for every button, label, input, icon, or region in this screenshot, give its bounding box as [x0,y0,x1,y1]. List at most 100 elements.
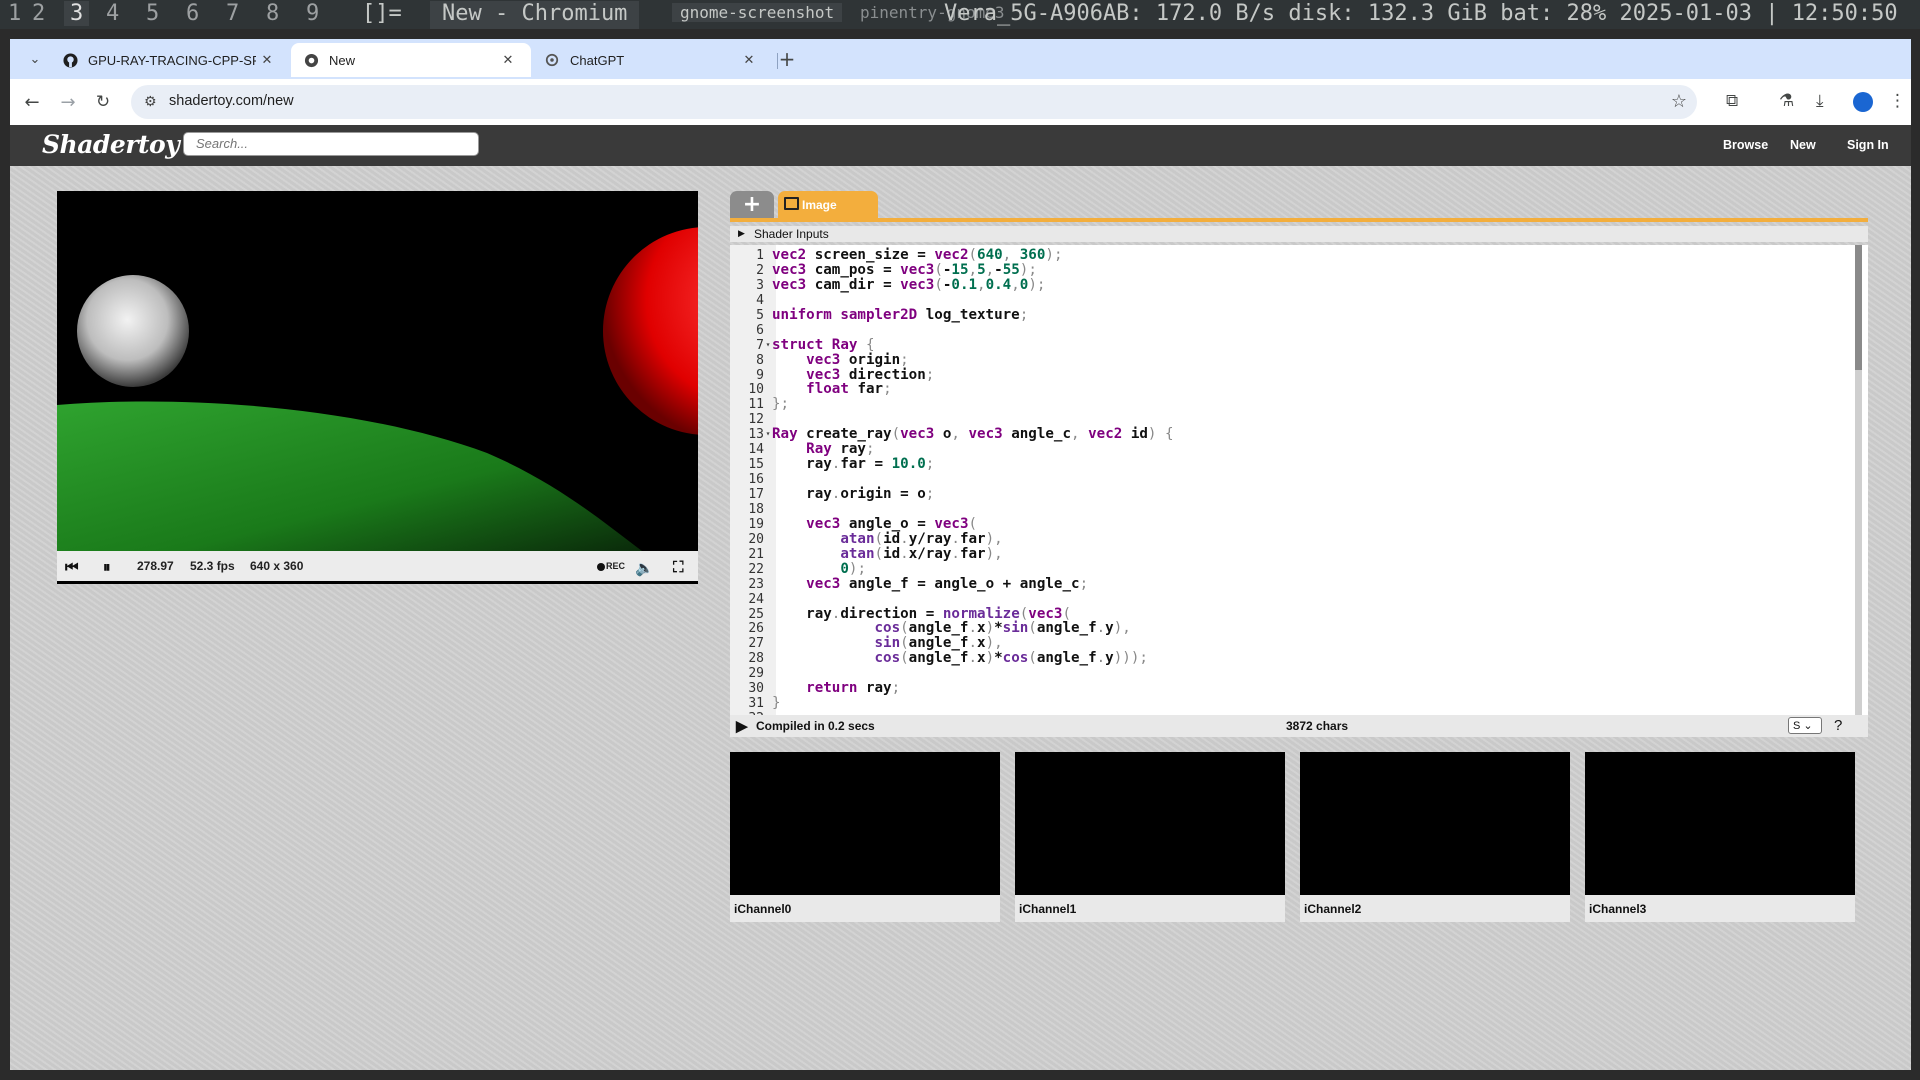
code-text[interactable]: vec3 cam_pos = vec3(-15,5,-55); [772,262,1037,278]
code-text[interactable]: return ray; [772,680,900,696]
code-line[interactable]: 8 vec3 origin; [730,352,1174,367]
code-editor[interactable]: 1 vec2 screen_size = vec2(640, 360); 2 vec3… [730,245,1868,715]
code-text[interactable]: vec2 screen_size = vec2(640, 360); [772,247,1062,263]
close-icon[interactable]: ✕ [256,52,278,68]
workspace-3[interactable]: 3 [64,1,90,26]
layout-indicator[interactable]: []= [362,1,402,26]
channel-0[interactable]: iChannel0 [730,752,1000,922]
code-line[interactable]: 11}; [730,397,1174,412]
code-text[interactable]: Ray create_ray(vec3 o, vec3 angle_c, vec… [772,426,1174,442]
code-text[interactable]: } [772,695,781,711]
code-line[interactable]: 16 [730,472,1174,487]
address-bar[interactable]: ⚙ shadertoy.com/new ☆ [131,85,1697,119]
code-line[interactable]: 26 cos(angle_f.x)*sin(angle_f.y), [730,621,1174,636]
code-line[interactable]: 20 atan(id.y/ray.far), [730,531,1174,547]
new-tab-button[interactable]: + [772,44,802,74]
code-text[interactable]: vec3 angle_o = vec3( [772,516,977,532]
search-input[interactable] [183,132,479,156]
channel-preview[interactable] [730,752,1000,895]
workspace-7[interactable]: 7 [226,1,239,26]
code-text[interactable]: sin(angle_f.x), [772,635,1003,651]
channel-2[interactable]: iChannel2 [1300,752,1570,922]
channel-preview[interactable] [1015,752,1285,895]
fold-arrow-icon[interactable]: ▾ [764,338,772,353]
code-line[interactable]: 27 sin(angle_f.x), [730,636,1174,651]
channel-preview[interactable] [1585,752,1855,895]
code-text[interactable]: ray.far = 10.0; [772,456,934,472]
labs-flask-icon[interactable]: ⚗ [1779,91,1794,111]
code-line[interactable]: 21 atan(id.x/ray.far), [730,546,1174,562]
extensions-icon[interactable]: ⧉ [1726,91,1738,111]
code-line[interactable]: 1 vec2 screen_size = vec2(640, 360); [730,248,1174,263]
code-line[interactable]: 9 vec3 direction; [730,367,1174,383]
help-button[interactable]: ? [1834,717,1842,734]
code-text[interactable]: ray.direction = normalize(vec3( [772,606,1071,622]
shadertoy-logo[interactable]: Shadertoy [42,130,180,159]
code-text[interactable]: atan(id.x/ray.far), [772,546,1002,562]
code-line[interactable]: 14 Ray ray; [730,442,1174,457]
code-text[interactable]: uniform sampler2D log_texture; [772,307,1028,323]
back-button[interactable]: ← [17,87,47,117]
code-line[interactable]: 17 ray.origin = o; [730,487,1174,502]
code-text[interactable]: struct Ray { [772,337,875,353]
code-line[interactable]: 13 ▾ Ray create_ray(vec3 o, vec3 angle_c, … [730,426,1174,442]
rewind-icon[interactable]: ⏮ [65,559,79,576]
code-line[interactable]: 6 [730,323,1174,338]
code-line[interactable]: 2 vec3 cam_pos = vec3(-15,5,-55); [730,262,1174,278]
profile-avatar[interactable] [1853,92,1873,112]
code-text[interactable]: cos(angle_f.x)*sin(angle_f.y), [772,620,1131,636]
channel-preview[interactable] [1300,752,1570,895]
code-line[interactable]: 12 [730,412,1174,427]
tab-image[interactable]: Image [778,191,878,218]
code-text[interactable]: vec3 direction; [772,367,934,383]
code-line[interactable]: 5 uniform sampler2D log_texture; [730,307,1174,323]
volume-icon[interactable]: 🔈 [635,559,654,577]
workspace-2[interactable]: 2 [32,1,45,26]
url-text[interactable]: shadertoy.com/new [169,93,294,109]
font-size-select[interactable]: S ⌄ [1788,717,1822,734]
bookmark-star-icon[interactable]: ☆ [1671,91,1687,112]
code-text[interactable]: }; [772,396,789,412]
workspace-5[interactable]: 5 [146,1,159,26]
code-line[interactable]: 22 0); [730,561,1174,577]
close-icon[interactable]: ✕ [497,52,519,68]
code-text[interactable]: 0); [772,561,866,577]
tab-new[interactable]: New ✕ [291,43,531,77]
code-lines[interactable]: 1 vec2 screen_size = vec2(640, 360); 2 vec3… [730,248,1174,715]
compile-play-icon[interactable]: ▶ [736,717,748,735]
code-line[interactable]: 4 [730,293,1174,308]
nav-sign-in[interactable]: Sign In [1847,138,1889,152]
menu-kebab-icon[interactable]: ⋮ [1889,91,1906,111]
shader-canvas[interactable] [57,191,698,551]
workspace-8[interactable]: 8 [266,1,279,26]
channel-3[interactable]: iChannel3 [1585,752,1855,922]
workspace-1[interactable]: 1 [8,1,21,26]
nav-new[interactable]: New [1790,138,1816,152]
shader-inputs-toggle[interactable]: ▶ Shader Inputs [730,226,1868,242]
workspace-9[interactable]: 9 [306,1,319,26]
fold-arrow-icon[interactable]: ▾ [764,427,772,442]
code-line[interactable]: 31} [730,696,1174,711]
code-text[interactable]: atan(id.y/ray.far), [772,531,1002,547]
tab-search-button[interactable]: ⌄ [20,44,50,74]
tab-chatgpt[interactable]: ChatGPT ✕ [532,43,772,77]
code-line[interactable]: 19 vec3 angle_o = vec3( [730,516,1174,532]
code-text[interactable]: vec3 angle_f = angle_o + angle_c; [772,576,1088,592]
code-line[interactable]: 23 vec3 angle_f = angle_o + angle_c; [730,576,1174,592]
channel-1[interactable]: iChannel1 [1015,752,1285,922]
code-line[interactable]: 7 ▾ struct Ray { [730,337,1174,353]
code-line[interactable]: 30 return ray; [730,681,1174,696]
reload-button[interactable]: ↻ [88,87,118,117]
code-text[interactable]: cos(angle_f.x)*cos(angle_f.y))); [772,650,1148,666]
fullscreen-icon[interactable]: ⛶ [673,559,684,576]
code-line[interactable]: 29 [730,666,1174,681]
download-icon[interactable]: ⤓ [1816,91,1824,111]
workspace-6[interactable]: 6 [186,1,199,26]
code-text[interactable]: vec3 cam_dir = vec3(-0.1,0.4,0); [772,277,1045,293]
code-line[interactable]: 28 cos(angle_f.x)*cos(angle_f.y))); [730,651,1174,666]
code-text[interactable]: ray.origin = o; [772,486,934,502]
close-icon[interactable]: ✕ [738,52,760,68]
code-text[interactable]: Ray ray; [772,441,874,457]
forward-button[interactable]: → [53,87,83,117]
editor-scroll-thumb[interactable] [1855,245,1862,370]
